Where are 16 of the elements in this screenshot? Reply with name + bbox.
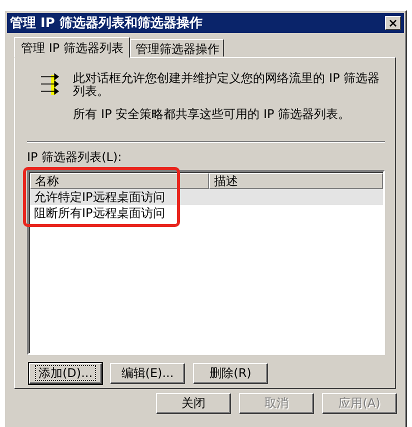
list-row[interactable]: 允许特定IP远程桌面访问 (30, 189, 383, 205)
list-action-button[interactable]: 编辑(E)... (110, 363, 185, 384)
window-title: 管理 IP 筛选器列表和筛选器操作 (10, 15, 202, 32)
tab[interactable]: 管理筛选器操作 (130, 39, 224, 57)
list-action-button[interactable]: 删除(R) (193, 363, 268, 384)
list-action-button[interactable]: 添加(D)... (29, 363, 102, 384)
filter-list-icon (41, 70, 60, 98)
description-text: 所有 IP 安全策略都共享这些可用的 IP 筛选器列表。 (73, 108, 352, 121)
close-button[interactable]: × (385, 16, 401, 30)
dialog-button[interactable]: 关闭 (156, 393, 231, 414)
column-header[interactable]: 描述 (209, 173, 383, 189)
column-header[interactable]: 名称 (30, 173, 209, 189)
description-text: 此对话框允许您创建并维护定义您的网络流里的 IP 筛选器列表。 (73, 72, 381, 98)
list-row[interactable]: 阻断所有IP远程桌面访问 (30, 205, 383, 221)
list-label: IP 筛选器列表(L): (27, 149, 123, 166)
tab[interactable]: 管理 IP 筛选器列表 (14, 37, 130, 58)
